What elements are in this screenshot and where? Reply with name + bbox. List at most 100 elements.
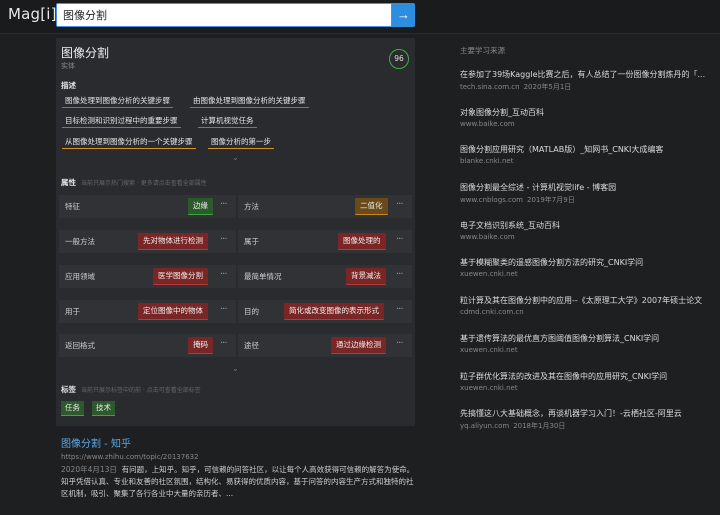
source-title-link[interactable]: 电子文档识别系统_互动百科 xyxy=(460,220,715,231)
source-item: 基于遗传算法的最优直方图阈值图像分割算法_CNKI学问 xuewen.cnki.… xyxy=(460,333,715,354)
property-row: 特征 边缘 ··· xyxy=(59,195,236,218)
property-value[interactable]: 背景减法 xyxy=(346,268,386,285)
source-title-link[interactable]: 先搞懂这八大基础概念，再谈机器学习入门！-云栖社区-阿里云 xyxy=(460,408,715,419)
source-item: 图像分割应用研究（MATLAB版）_知网书_CNKI大成编客 bianke.cn… xyxy=(460,144,715,165)
property-key: 方法 xyxy=(244,202,259,211)
score-badge: 96 xyxy=(389,49,409,69)
description-tag[interactable]: 由图像处理到图像分析的关键步骤 xyxy=(190,95,309,108)
source-domain: bianke.cnki.net xyxy=(460,157,514,165)
source-title-link[interactable]: 图像分割最全综述 - 计算机视觉life - 博客园 xyxy=(460,182,715,193)
source-title-link[interactable]: 在参加了39场Kaggle比赛之后，有人总结了一份图像分割炼丹的「... xyxy=(460,69,715,80)
source-item: 在参加了39场Kaggle比赛之后，有人总结了一份图像分割炼丹的「... tec… xyxy=(460,69,715,92)
source-meta: bianke.cnki.net xyxy=(460,157,715,165)
property-value[interactable]: 边缘 xyxy=(188,198,213,215)
entity-type: 实体 xyxy=(61,62,75,70)
search-button[interactable]: → xyxy=(392,3,415,27)
source-meta: cdmd.cnki.com.cn xyxy=(460,308,715,316)
more-icon[interactable]: ··· xyxy=(220,338,227,349)
search-result: 图像分割 - 知乎 https://www.zhihu.com/topic/20… xyxy=(61,435,416,500)
source-item: 对象图像分割_互动百科 www.baike.com xyxy=(460,107,715,128)
sources-title: 主要学习来源 xyxy=(460,46,505,55)
app-logo[interactable]: Mag[i] xyxy=(8,5,57,23)
description-tag[interactable]: 图像分析的第一步 xyxy=(208,136,274,149)
description-tag[interactable]: 计算机视觉任务 xyxy=(198,115,257,128)
tag-chip[interactable]: 技术 xyxy=(92,401,115,416)
source-meta: tech.sina.com.cn 2020年5月1日 xyxy=(460,82,715,92)
source-item: 基于模糊聚类的遥感图像分割方法的研究_CNKI学问 xuewen.cnki.ne… xyxy=(460,257,715,278)
properties-label: 属性 xyxy=(61,178,76,187)
source-title-link[interactable]: 粒子群优化算法的改进及其在图像中的应用研究_CNKI学问 xyxy=(460,371,715,382)
property-row: 用于 定位图像中的物体 ··· xyxy=(59,300,236,323)
source-date: 2019年7月9日 xyxy=(526,196,575,204)
source-meta: www.baike.com xyxy=(460,120,715,128)
result-date: 2020年4月13日 xyxy=(61,465,117,474)
more-icon[interactable]: ··· xyxy=(396,338,403,349)
more-icon[interactable]: ··· xyxy=(396,199,403,210)
properties-expand-icon[interactable]: ⌄ xyxy=(232,364,239,373)
more-icon[interactable]: ··· xyxy=(220,199,227,210)
property-value[interactable]: 二值化 xyxy=(355,198,388,215)
property-key: 特征 xyxy=(65,202,80,211)
source-domain: yq.aliyun.com xyxy=(460,422,510,430)
search-input[interactable] xyxy=(56,3,392,27)
property-key: 应用领域 xyxy=(65,272,95,281)
source-title-link[interactable]: 粒计算及其在图像分割中的应用--《太原理工大学》2007年硕士论文 xyxy=(460,295,715,306)
property-key: 属于 xyxy=(244,237,259,246)
top-bar: Mag[i] → xyxy=(0,0,720,34)
property-value[interactable]: 图像处理的 xyxy=(338,233,386,250)
source-item: 电子文档识别系统_互动百科 www.baike.com xyxy=(460,220,715,241)
property-key: 最简单情况 xyxy=(244,272,282,281)
description-tag[interactable]: 从图像处理到图像分析的一个关键步骤 xyxy=(62,136,196,149)
source-title-link[interactable]: 图像分割应用研究（MATLAB版）_知网书_CNKI大成编客 xyxy=(460,144,715,155)
source-meta: www.baike.com xyxy=(460,233,715,241)
property-row: 返回格式 掩码 ··· xyxy=(59,334,236,357)
property-row: 一般方法 先对物体进行检测 ··· xyxy=(59,230,236,253)
source-meta: yq.aliyun.com 2018年1月30日 xyxy=(460,421,715,431)
description-tag[interactable]: 图像处理到图像分析的关键步骤 xyxy=(62,95,173,108)
description-label: 描述 xyxy=(61,81,76,90)
property-key: 目的 xyxy=(244,307,259,316)
more-icon[interactable]: ··· xyxy=(220,304,227,315)
property-value[interactable]: 通过边缘检测 xyxy=(331,337,386,354)
property-row: 最简单情况 背景减法 ··· xyxy=(238,265,412,288)
property-value[interactable]: 简化或改变图像的表示形式 xyxy=(284,303,384,320)
entity-title: 图像分割 xyxy=(61,46,110,60)
source-domain: xuewen.cnki.net xyxy=(460,270,518,278)
source-meta: xuewen.cnki.net xyxy=(460,270,715,278)
more-icon[interactable]: ··· xyxy=(396,234,403,245)
property-row: 应用领域 医学图像分割 ··· xyxy=(59,265,236,288)
more-icon[interactable]: ··· xyxy=(220,269,227,280)
description-tag[interactable]: 目标检测和识别过程中的重要步骤 xyxy=(62,115,181,128)
more-icon[interactable]: ··· xyxy=(396,269,403,280)
source-meta: xuewen.cnki.net xyxy=(460,384,715,392)
source-item: 粒计算及其在图像分割中的应用--《太原理工大学》2007年硕士论文 cdmd.c… xyxy=(460,295,715,316)
more-icon[interactable]: ··· xyxy=(220,234,227,245)
property-key: 一般方法 xyxy=(65,237,95,246)
tag-chip[interactable]: 任务 xyxy=(61,401,84,416)
source-date: 2020年5月1日 xyxy=(523,83,572,91)
source-title-link[interactable]: 基于遗传算法的最优直方图阈值图像分割算法_CNKI学问 xyxy=(460,333,715,344)
property-key: 途径 xyxy=(244,341,259,350)
tags-hint: 当前只展示标签中的前 · 点击可查看全部标签 xyxy=(81,387,201,394)
property-row: 途径 通过边缘检测 ··· xyxy=(238,334,412,357)
source-domain: www.cnblogs.com xyxy=(460,196,523,204)
properties-hint: 当前只展示热门搜索 · 更多请点击查看全部属性 xyxy=(81,180,207,187)
source-domain: www.baike.com xyxy=(460,233,515,241)
result-title-link[interactable]: 图像分割 - 知乎 xyxy=(61,435,416,450)
source-date: 2018年1月30日 xyxy=(513,422,566,430)
entity-panel: 图像分割 实体 96 描述 图像处理到图像分析的关键步骤 由图像处理到图像分析的… xyxy=(56,38,415,426)
property-value[interactable]: 先对物体进行检测 xyxy=(138,233,208,250)
property-value[interactable]: 定位图像中的物体 xyxy=(138,303,208,320)
result-url: https://www.zhihu.com/topic/20137632 xyxy=(61,453,199,461)
result-snippet: 2020年4月13日 有问题，上知乎。知乎，可信赖的问答社区，以让每个人高效获得… xyxy=(61,464,416,500)
source-domain: xuewen.cnki.net xyxy=(460,346,518,354)
source-domain: www.baike.com xyxy=(460,120,515,128)
source-title-link[interactable]: 基于模糊聚类的遥感图像分割方法的研究_CNKI学问 xyxy=(460,257,715,268)
more-icon[interactable]: ··· xyxy=(396,304,403,315)
property-value[interactable]: 掩码 xyxy=(188,337,213,354)
property-value[interactable]: 医学图像分割 xyxy=(153,268,208,285)
source-domain: cdmd.cnki.com.cn xyxy=(460,308,524,316)
description-expand-icon[interactable]: ⌄ xyxy=(232,153,239,162)
property-key: 返回格式 xyxy=(65,341,95,350)
source-title-link[interactable]: 对象图像分割_互动百科 xyxy=(460,107,715,118)
